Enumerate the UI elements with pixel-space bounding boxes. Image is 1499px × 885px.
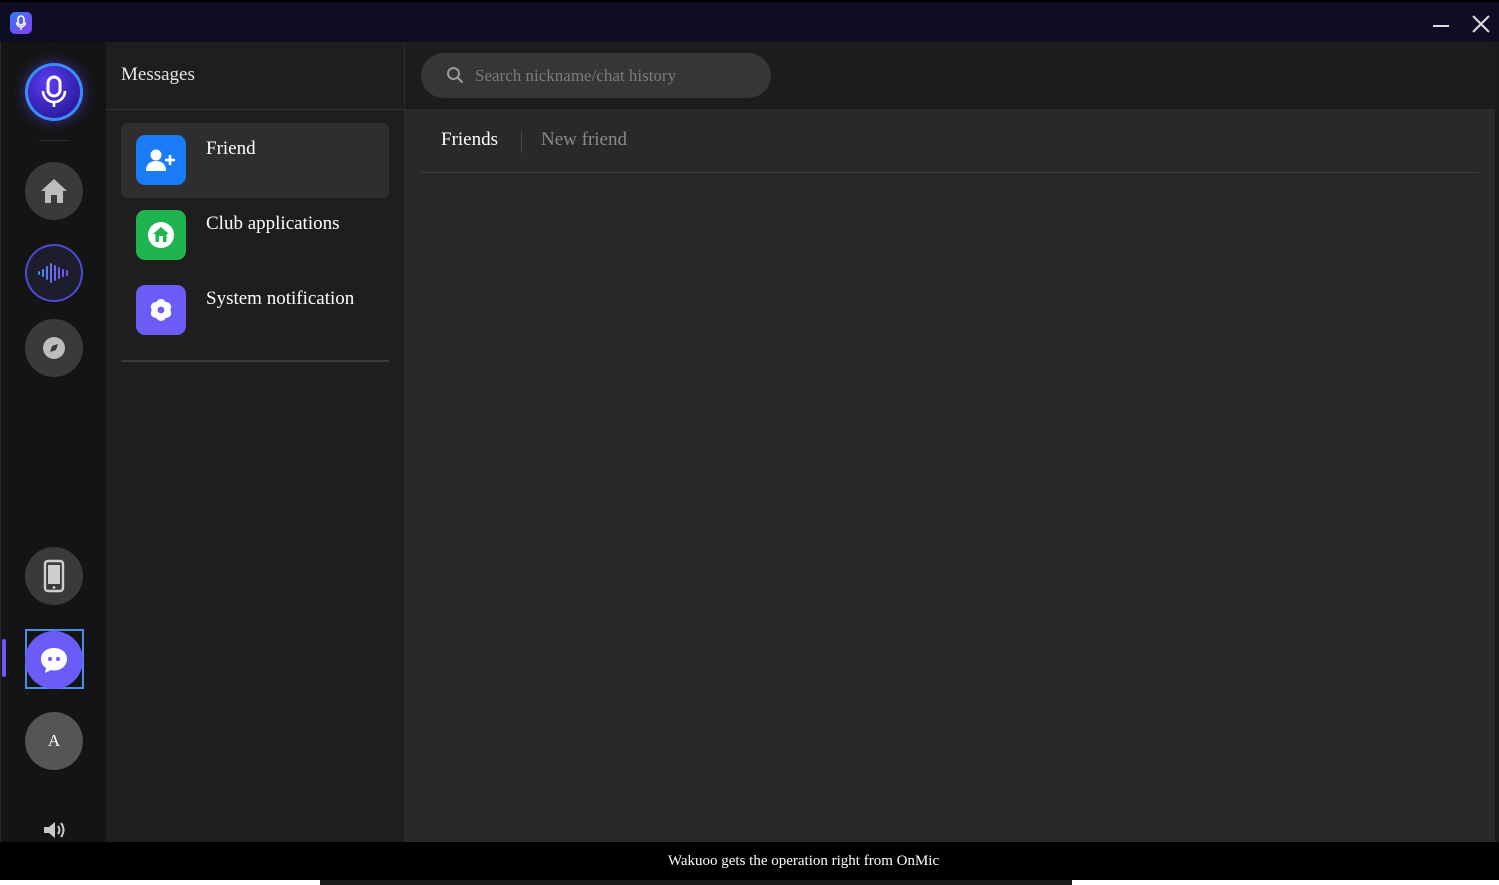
- messages-panel: Messages Friend Club applications System…: [106, 42, 405, 842]
- bottom-edge: [0, 880, 1499, 885]
- microphone-icon: [41, 75, 67, 107]
- sound-toggle-button[interactable]: [41, 818, 69, 842]
- compass-icon: [43, 337, 65, 359]
- rail-logo-button[interactable]: [25, 63, 83, 121]
- status-text: Wakuoo gets the operation right from OnM…: [667, 853, 940, 869]
- phone-icon: [43, 559, 65, 593]
- scrollbar[interactable]: [1495, 42, 1499, 842]
- search-icon: [447, 67, 464, 84]
- list-divider: [121, 360, 389, 362]
- avatar-initial: A: [47, 731, 61, 750]
- avatar[interactable]: A: [25, 712, 83, 770]
- speaker-icon: [44, 822, 65, 838]
- tab-new-friend[interactable]: New friend: [541, 129, 627, 151]
- rail-messages-button[interactable]: [25, 631, 83, 689]
- active-indicator: [2, 639, 6, 677]
- search-input[interactable]: [475, 53, 755, 98]
- message-item-club-applications[interactable]: Club applications: [121, 198, 389, 273]
- search-header: [405, 42, 1499, 109]
- panel-divider: [106, 109, 405, 110]
- rail-divider: [39, 140, 69, 141]
- status-bar: Wakuoo gets the operation right from OnM…: [0, 842, 1499, 880]
- navigation-rail: A: [0, 42, 106, 842]
- tab-divider: [521, 131, 522, 153]
- rail-explore-button[interactable]: [25, 319, 83, 377]
- chat-icon: [41, 648, 67, 673]
- sound-wave-icon: [38, 263, 68, 283]
- search-box[interactable]: [421, 53, 771, 98]
- minimize-icon: [1433, 25, 1449, 27]
- bottom-edge-segment: [320, 880, 1072, 885]
- message-item-system-notification[interactable]: System notification: [121, 273, 389, 348]
- club-house-icon: [136, 210, 186, 260]
- rail-voice-button[interactable]: [25, 244, 83, 302]
- minimize-button[interactable]: [1427, 10, 1455, 38]
- tab-bar: Friends New friend: [421, 109, 1479, 173]
- add-friend-icon: [136, 135, 186, 185]
- main-content: Friends New friend: [405, 42, 1499, 842]
- rail-home-button[interactable]: [25, 162, 83, 220]
- message-item-label: Club applications: [206, 213, 340, 234]
- tab-friends[interactable]: Friends: [441, 129, 498, 151]
- gear-icon: [136, 285, 186, 335]
- title-bar: [0, 0, 1499, 42]
- message-item-label: System notification: [206, 288, 355, 309]
- message-item-friend[interactable]: Friend: [121, 123, 389, 198]
- rail-phone-button[interactable]: [25, 547, 83, 605]
- close-button[interactable]: [1467, 10, 1495, 38]
- close-icon: [1472, 15, 1490, 33]
- message-item-label: Friend: [206, 138, 256, 159]
- microphone-app-icon: [10, 12, 32, 34]
- home-icon: [41, 179, 67, 203]
- page-title: Messages: [121, 64, 195, 85]
